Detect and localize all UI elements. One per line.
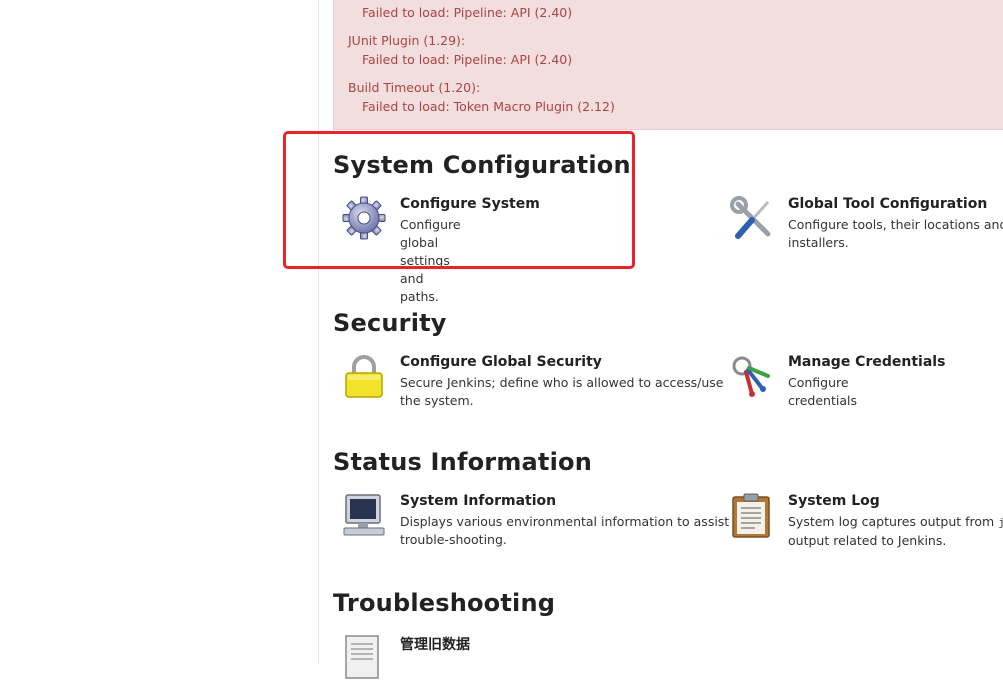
global-tool-configuration-desc: Configure tools, their locations and au … bbox=[788, 216, 1003, 252]
clipboard-icon bbox=[732, 493, 770, 538]
manage-old-data-title: 管理旧数据 bbox=[400, 637, 470, 653]
alert-error-line: Failed to load: Pipeline: API (2.40) bbox=[362, 52, 573, 67]
manage-credentials-title: Manage Credentials bbox=[788, 354, 946, 370]
alert-plugin-name: JUnit Plugin (1.29): bbox=[348, 33, 466, 48]
computer-icon bbox=[343, 494, 385, 536]
alert-plugin-name: Build Timeout (1.20): bbox=[348, 80, 481, 95]
keys-icon bbox=[732, 356, 770, 397]
desc-line-2: trouble-shooting. bbox=[400, 532, 507, 547]
tools-icon bbox=[730, 196, 771, 239]
plugin-error-alert: Failed to load: Pipeline: API (2.40) JUn… bbox=[333, 0, 1003, 130]
section-title-troubleshooting: Troubleshooting bbox=[333, 589, 556, 617]
desc-line-1: Displays various environmental informati… bbox=[400, 514, 730, 529]
desc-code: jav bbox=[998, 516, 1003, 529]
configure-global-security-title: Configure Global Security bbox=[400, 354, 602, 370]
desc-text: System log captures output from bbox=[788, 514, 999, 529]
manage-credentials-desc: Configure credentials bbox=[788, 375, 857, 408]
global-tool-configuration-title: Global Tool Configuration bbox=[788, 196, 988, 212]
system-log-title: System Log bbox=[788, 493, 880, 509]
lock-icon bbox=[345, 355, 383, 398]
alert-error-line: Failed to load: Token Macro Plugin (2.12… bbox=[362, 99, 615, 114]
desc-line-1: Configure tools, their locations and au bbox=[788, 217, 1003, 232]
system-log-desc: System log captures output from jav outp… bbox=[788, 513, 1003, 550]
desc-line-2: installers. bbox=[788, 235, 849, 250]
desc-line-2: output related to Jenkins. bbox=[788, 533, 947, 548]
system-information-desc: Displays various environmental informati… bbox=[400, 513, 729, 549]
alert-error-line: Failed to load: Pipeline: API (2.40) bbox=[362, 5, 573, 20]
section-title-security: Security bbox=[333, 309, 447, 337]
section-title-status-information: Status Information bbox=[333, 448, 593, 476]
highlight-box bbox=[283, 131, 635, 269]
system-information-title: System Information bbox=[400, 493, 557, 509]
sidebar-divider bbox=[318, 0, 319, 664]
configure-global-security-desc: Secure Jenkins; define who is allowed to… bbox=[400, 374, 723, 410]
desc-line-1: Secure Jenkins; define who is allowed to… bbox=[400, 375, 724, 390]
desc-line-2: the system. bbox=[400, 393, 474, 408]
desc-line-1: System log captures output from jav bbox=[788, 513, 1003, 532]
document-icon bbox=[345, 635, 379, 679]
